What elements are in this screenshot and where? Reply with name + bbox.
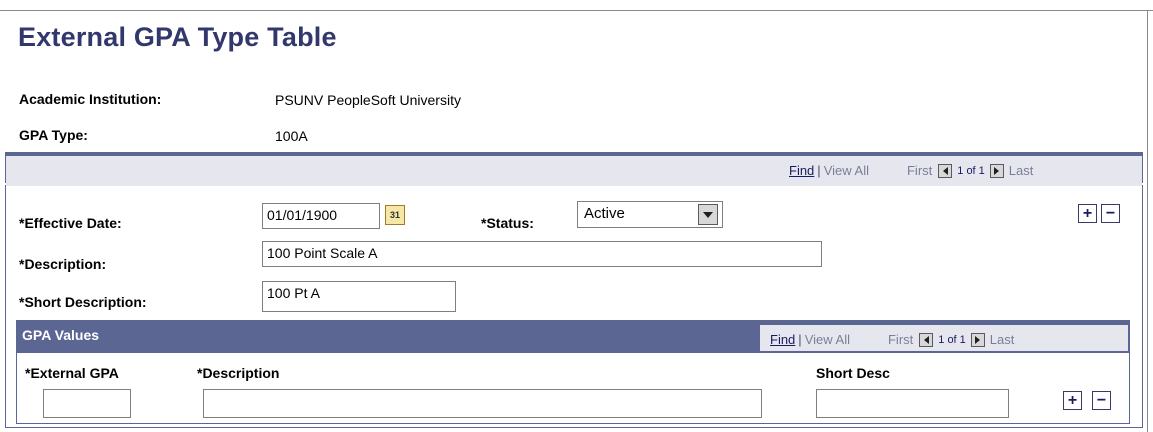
calendar-icon[interactable]: 31 (385, 205, 405, 225)
short-description-label: *Short Description: (19, 294, 147, 310)
dropdown-arrow-icon[interactable] (698, 204, 718, 225)
status-selected-value: Active (584, 205, 625, 222)
outer-view-all-link[interactable]: View All (824, 163, 869, 178)
add-row-icon[interactable]: + (1078, 204, 1097, 223)
outer-row-count: 1 of 1 (957, 164, 985, 177)
page-frame-right (1147, 10, 1148, 432)
gpa-type-value: 100A (275, 128, 308, 144)
outer-find-link[interactable]: Find (789, 163, 814, 178)
effective-date-label: *Effective Date: (19, 215, 122, 231)
add-row-icon[interactable]: + (1063, 391, 1082, 410)
column-header-short-desc: Short Desc (816, 365, 890, 381)
last-arrow-icon[interactable] (989, 163, 1004, 178)
gpa-values-find-link[interactable]: Find (770, 332, 795, 347)
outer-navigation: Find | View All First 1 of 1 Last (789, 163, 1033, 178)
gpa-values-title: GPA Values (22, 327, 100, 343)
short-description-input[interactable]: 100 Pt A (262, 281, 456, 312)
gpa-values-view-all-link[interactable]: View All (805, 332, 850, 347)
delete-row-icon[interactable]: − (1092, 391, 1111, 410)
description-input[interactable]: 100 Point Scale A (262, 241, 822, 267)
gpa-short-desc-input[interactable] (816, 389, 1009, 418)
first-arrow-icon[interactable] (938, 163, 953, 178)
academic-institution-label: Academic Institution: (19, 91, 162, 107)
gpa-values-last-label: Last (989, 332, 1015, 347)
last-arrow-icon[interactable] (970, 332, 985, 347)
page-frame-top (0, 10, 1153, 11)
description-label: *Description: (19, 256, 107, 272)
gpa-type-label: GPA Type: (19, 127, 88, 143)
column-header-description: *Description (197, 365, 280, 381)
gpa-description-input[interactable] (203, 389, 762, 418)
column-header-external-gpa: *External GPA (25, 365, 119, 381)
page-title: External GPA Type Table (18, 22, 337, 52)
first-arrow-icon[interactable] (919, 332, 934, 347)
gpa-values-nav-separator: | (798, 332, 802, 347)
outer-last-label: Last (1008, 163, 1034, 178)
outer-first-label: First (906, 163, 933, 178)
academic-institution-value: PSUNV PeopleSoft University (275, 92, 461, 108)
outer-nav-separator: | (817, 163, 821, 178)
external-gpa-input[interactable] (43, 389, 131, 418)
gpa-values-navigation: Find | View All First 1 of 1 Last (770, 332, 1014, 347)
gpa-values-first-label: First (887, 332, 914, 347)
delete-row-icon[interactable]: − (1101, 204, 1120, 223)
gpa-values-row-count: 1 of 1 (938, 333, 966, 346)
status-label: *Status: (481, 215, 534, 231)
effective-date-input[interactable]: 01/01/1900 (262, 203, 380, 229)
